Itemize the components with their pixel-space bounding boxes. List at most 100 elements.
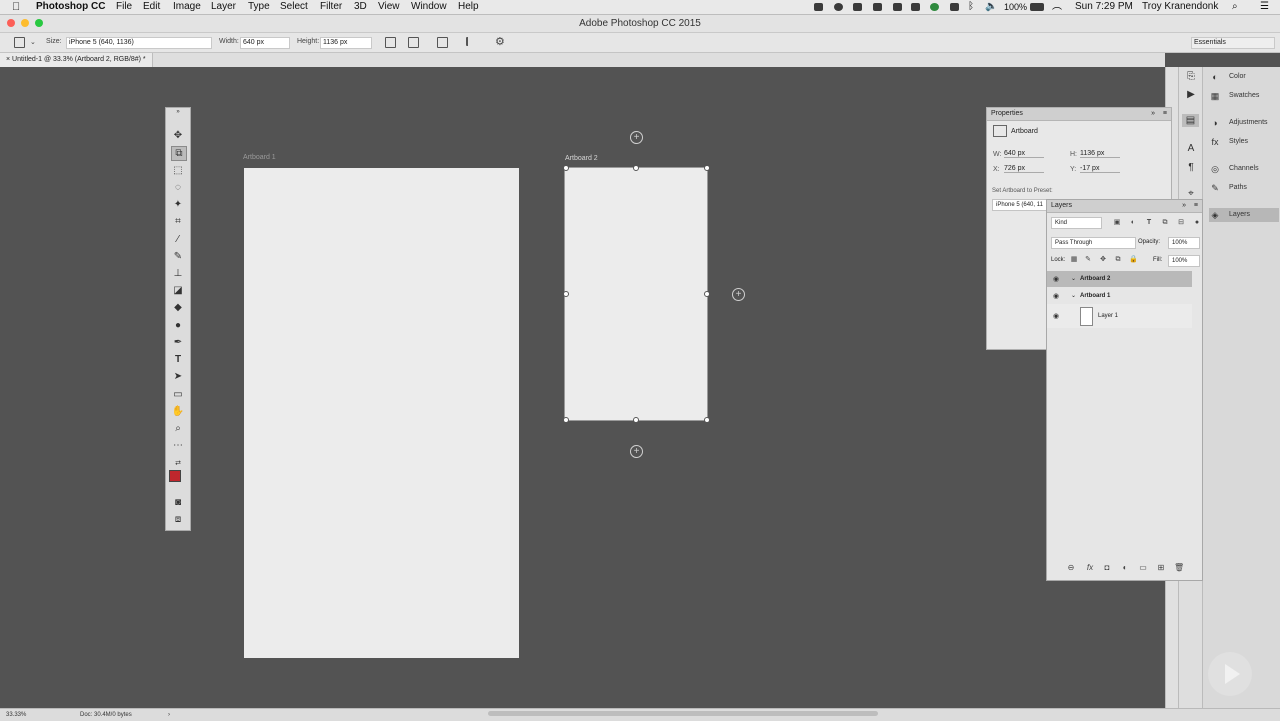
- zoom-tool-icon[interactable]: ⌕: [171, 422, 185, 435]
- pen-tool-icon[interactable]: ✒: [171, 336, 185, 349]
- magic-wand-tool-icon[interactable]: ✦: [171, 198, 185, 211]
- lock-position-icon[interactable]: ✥: [1099, 255, 1107, 264]
- layer-name[interactable]: Layer 1: [1098, 313, 1118, 319]
- disclosure-icon[interactable]: ⌄: [1071, 275, 1076, 282]
- bluetooth-icon[interactable]: ᛒ: [968, 0, 974, 14]
- visibility-eye-icon[interactable]: ◉: [1053, 275, 1059, 283]
- display-icon[interactable]: [873, 3, 882, 11]
- evernote-icon[interactable]: [911, 3, 920, 11]
- resize-handle-bottom-right[interactable]: [704, 417, 710, 423]
- type-tool-icon[interactable]: T: [171, 353, 185, 366]
- notification-center-icon[interactable]: ☰: [1260, 0, 1269, 14]
- dock-styles[interactable]: fx Styles: [1209, 135, 1279, 149]
- apple-menu-icon[interactable]: : [12, 0, 20, 14]
- artboard-1[interactable]: [244, 168, 519, 658]
- height-field[interactable]: 1136 px: [320, 37, 372, 49]
- clock[interactable]: Sun 7:29 PM: [1075, 0, 1133, 14]
- add-artboard-icon[interactable]: [437, 37, 448, 48]
- settings-gear-icon[interactable]: ⚙: [495, 35, 505, 48]
- dock-adjustments[interactable]: ◑ Adjustments: [1209, 116, 1279, 130]
- status-menu-arrow-icon[interactable]: ›: [168, 709, 170, 721]
- landscape-orientation-icon[interactable]: [408, 37, 419, 48]
- resize-handle-top-left[interactable]: [563, 165, 569, 171]
- layers-header[interactable]: Layers » ≡: [1047, 200, 1202, 213]
- properties-collapse-icon[interactable]: »: [1151, 108, 1155, 120]
- crop-tool-icon[interactable]: ⌗: [171, 215, 185, 228]
- stamp-tool-icon[interactable]: ⊥: [171, 267, 185, 280]
- wifi-icon[interactable]: ︵: [1052, 0, 1062, 14]
- opacity-field[interactable]: 100%: [1168, 237, 1200, 249]
- delete-layer-icon[interactable]: 🗑: [1174, 563, 1184, 573]
- filter-pixel-icon[interactable]: ▣: [1113, 218, 1121, 227]
- menu-extra-icon[interactable]: [893, 3, 902, 11]
- layer-effects-icon[interactable]: fx: [1085, 563, 1095, 573]
- filter-shape-icon[interactable]: ⧉: [1161, 218, 1169, 227]
- battery-icon[interactable]: [1030, 3, 1044, 11]
- zoom-level[interactable]: 33.33%: [6, 709, 26, 721]
- minimize-window-icon[interactable]: [21, 19, 29, 27]
- artboard-1-label[interactable]: Artboard 1: [243, 154, 276, 161]
- lock-all-icon[interactable]: 🔒: [1129, 255, 1138, 264]
- paragraph-panel-icon[interactable]: ¶: [1184, 161, 1198, 174]
- resize-handle-bottom-left[interactable]: [563, 417, 569, 423]
- menu-window[interactable]: Window: [411, 0, 447, 14]
- menu-edit[interactable]: Edit: [143, 0, 160, 14]
- dock-channels[interactable]: ◎ Channels: [1209, 162, 1279, 176]
- new-layer-icon[interactable]: ⊞: [1156, 563, 1166, 573]
- filter-adjustment-icon[interactable]: ◐: [1129, 218, 1137, 227]
- move-tool-icon[interactable]: ✥: [171, 129, 185, 142]
- zoom-window-icon[interactable]: [35, 19, 43, 27]
- menu-type[interactable]: Type: [248, 0, 270, 14]
- w-field[interactable]: 640 px: [1004, 150, 1044, 158]
- menu-3d[interactable]: 3D: [354, 0, 367, 14]
- rectangle-tool-icon[interactable]: ▭: [171, 388, 185, 401]
- dock-layers[interactable]: ◈ Layers: [1209, 208, 1279, 222]
- add-mask-icon[interactable]: ◘: [1102, 563, 1112, 573]
- h-field[interactable]: 1136 px: [1080, 150, 1120, 158]
- dock-paths[interactable]: ✎ Paths: [1209, 181, 1279, 195]
- add-artboard-top-icon[interactable]: +: [630, 131, 643, 144]
- filter-toggle-icon[interactable]: ●: [1193, 218, 1201, 227]
- character-panel-icon[interactable]: A: [1184, 142, 1198, 155]
- workspace-select[interactable]: Essentials: [1191, 37, 1275, 49]
- menu-filter[interactable]: Filter: [320, 0, 342, 14]
- tool-preset-chevron-icon[interactable]: ⌄: [30, 38, 36, 46]
- lasso-tool-icon[interactable]: ◌: [171, 181, 185, 194]
- close-window-icon[interactable]: [7, 19, 15, 27]
- filter-smart-object-icon[interactable]: ⊟: [1177, 218, 1185, 227]
- lock-pixels-icon[interactable]: ✎: [1084, 255, 1092, 264]
- add-artboard-bottom-icon[interactable]: +: [630, 445, 643, 458]
- resize-handle-right[interactable]: [704, 291, 710, 297]
- properties-panel-icon[interactable]: ▤: [1182, 114, 1199, 127]
- artboard-tool-preset-icon[interactable]: [14, 37, 25, 48]
- blend-mode-select[interactable]: Pass Through: [1051, 237, 1136, 249]
- swap-colors-icon[interactable]: ⇄: [171, 457, 185, 470]
- artboard-tool-icon[interactable]: ⧉: [171, 146, 187, 161]
- resize-handle-top[interactable]: [633, 165, 639, 171]
- hand-tool-icon[interactable]: ✋: [171, 405, 185, 418]
- x-field[interactable]: 726 px: [1004, 165, 1044, 173]
- new-adjustment-layer-icon[interactable]: ◐: [1120, 563, 1130, 573]
- new-group-icon[interactable]: ▭: [1138, 563, 1148, 573]
- foreground-color-swatch[interactable]: [169, 470, 181, 482]
- eraser-tool-icon[interactable]: ◪: [171, 284, 185, 297]
- menu-help[interactable]: Help: [458, 0, 479, 14]
- eyedropper-tool-icon[interactable]: ⁄: [171, 233, 185, 246]
- quick-mask-icon[interactable]: ◙: [171, 496, 185, 509]
- screen-mode-icon[interactable]: ⧈: [171, 513, 185, 526]
- resize-handle-bottom[interactable]: [633, 417, 639, 423]
- resize-handle-left[interactable]: [563, 291, 569, 297]
- layers-collapse-icon[interactable]: »: [1182, 200, 1186, 212]
- pushbullet-icon[interactable]: [834, 3, 843, 11]
- menu-file[interactable]: File: [116, 0, 132, 14]
- document-info[interactable]: Doc: 30.4M/0 bytes: [80, 709, 132, 721]
- preset-select[interactable]: iPhone 5 (640, 11: [992, 199, 1049, 211]
- artboard-2-label[interactable]: Artboard 2: [565, 155, 598, 162]
- marquee-tool-icon[interactable]: ⬚: [171, 164, 185, 177]
- layer-row-artboard-2[interactable]: ◉ ⌄ Artboard 2: [1047, 271, 1192, 287]
- properties-menu-icon[interactable]: ≡: [1163, 108, 1167, 120]
- artboard-2[interactable]: [564, 167, 708, 421]
- visibility-eye-icon[interactable]: ◉: [1053, 292, 1059, 300]
- layer-row-layer-1[interactable]: ◉ Layer 1: [1047, 304, 1192, 328]
- menu-select[interactable]: Select: [280, 0, 308, 14]
